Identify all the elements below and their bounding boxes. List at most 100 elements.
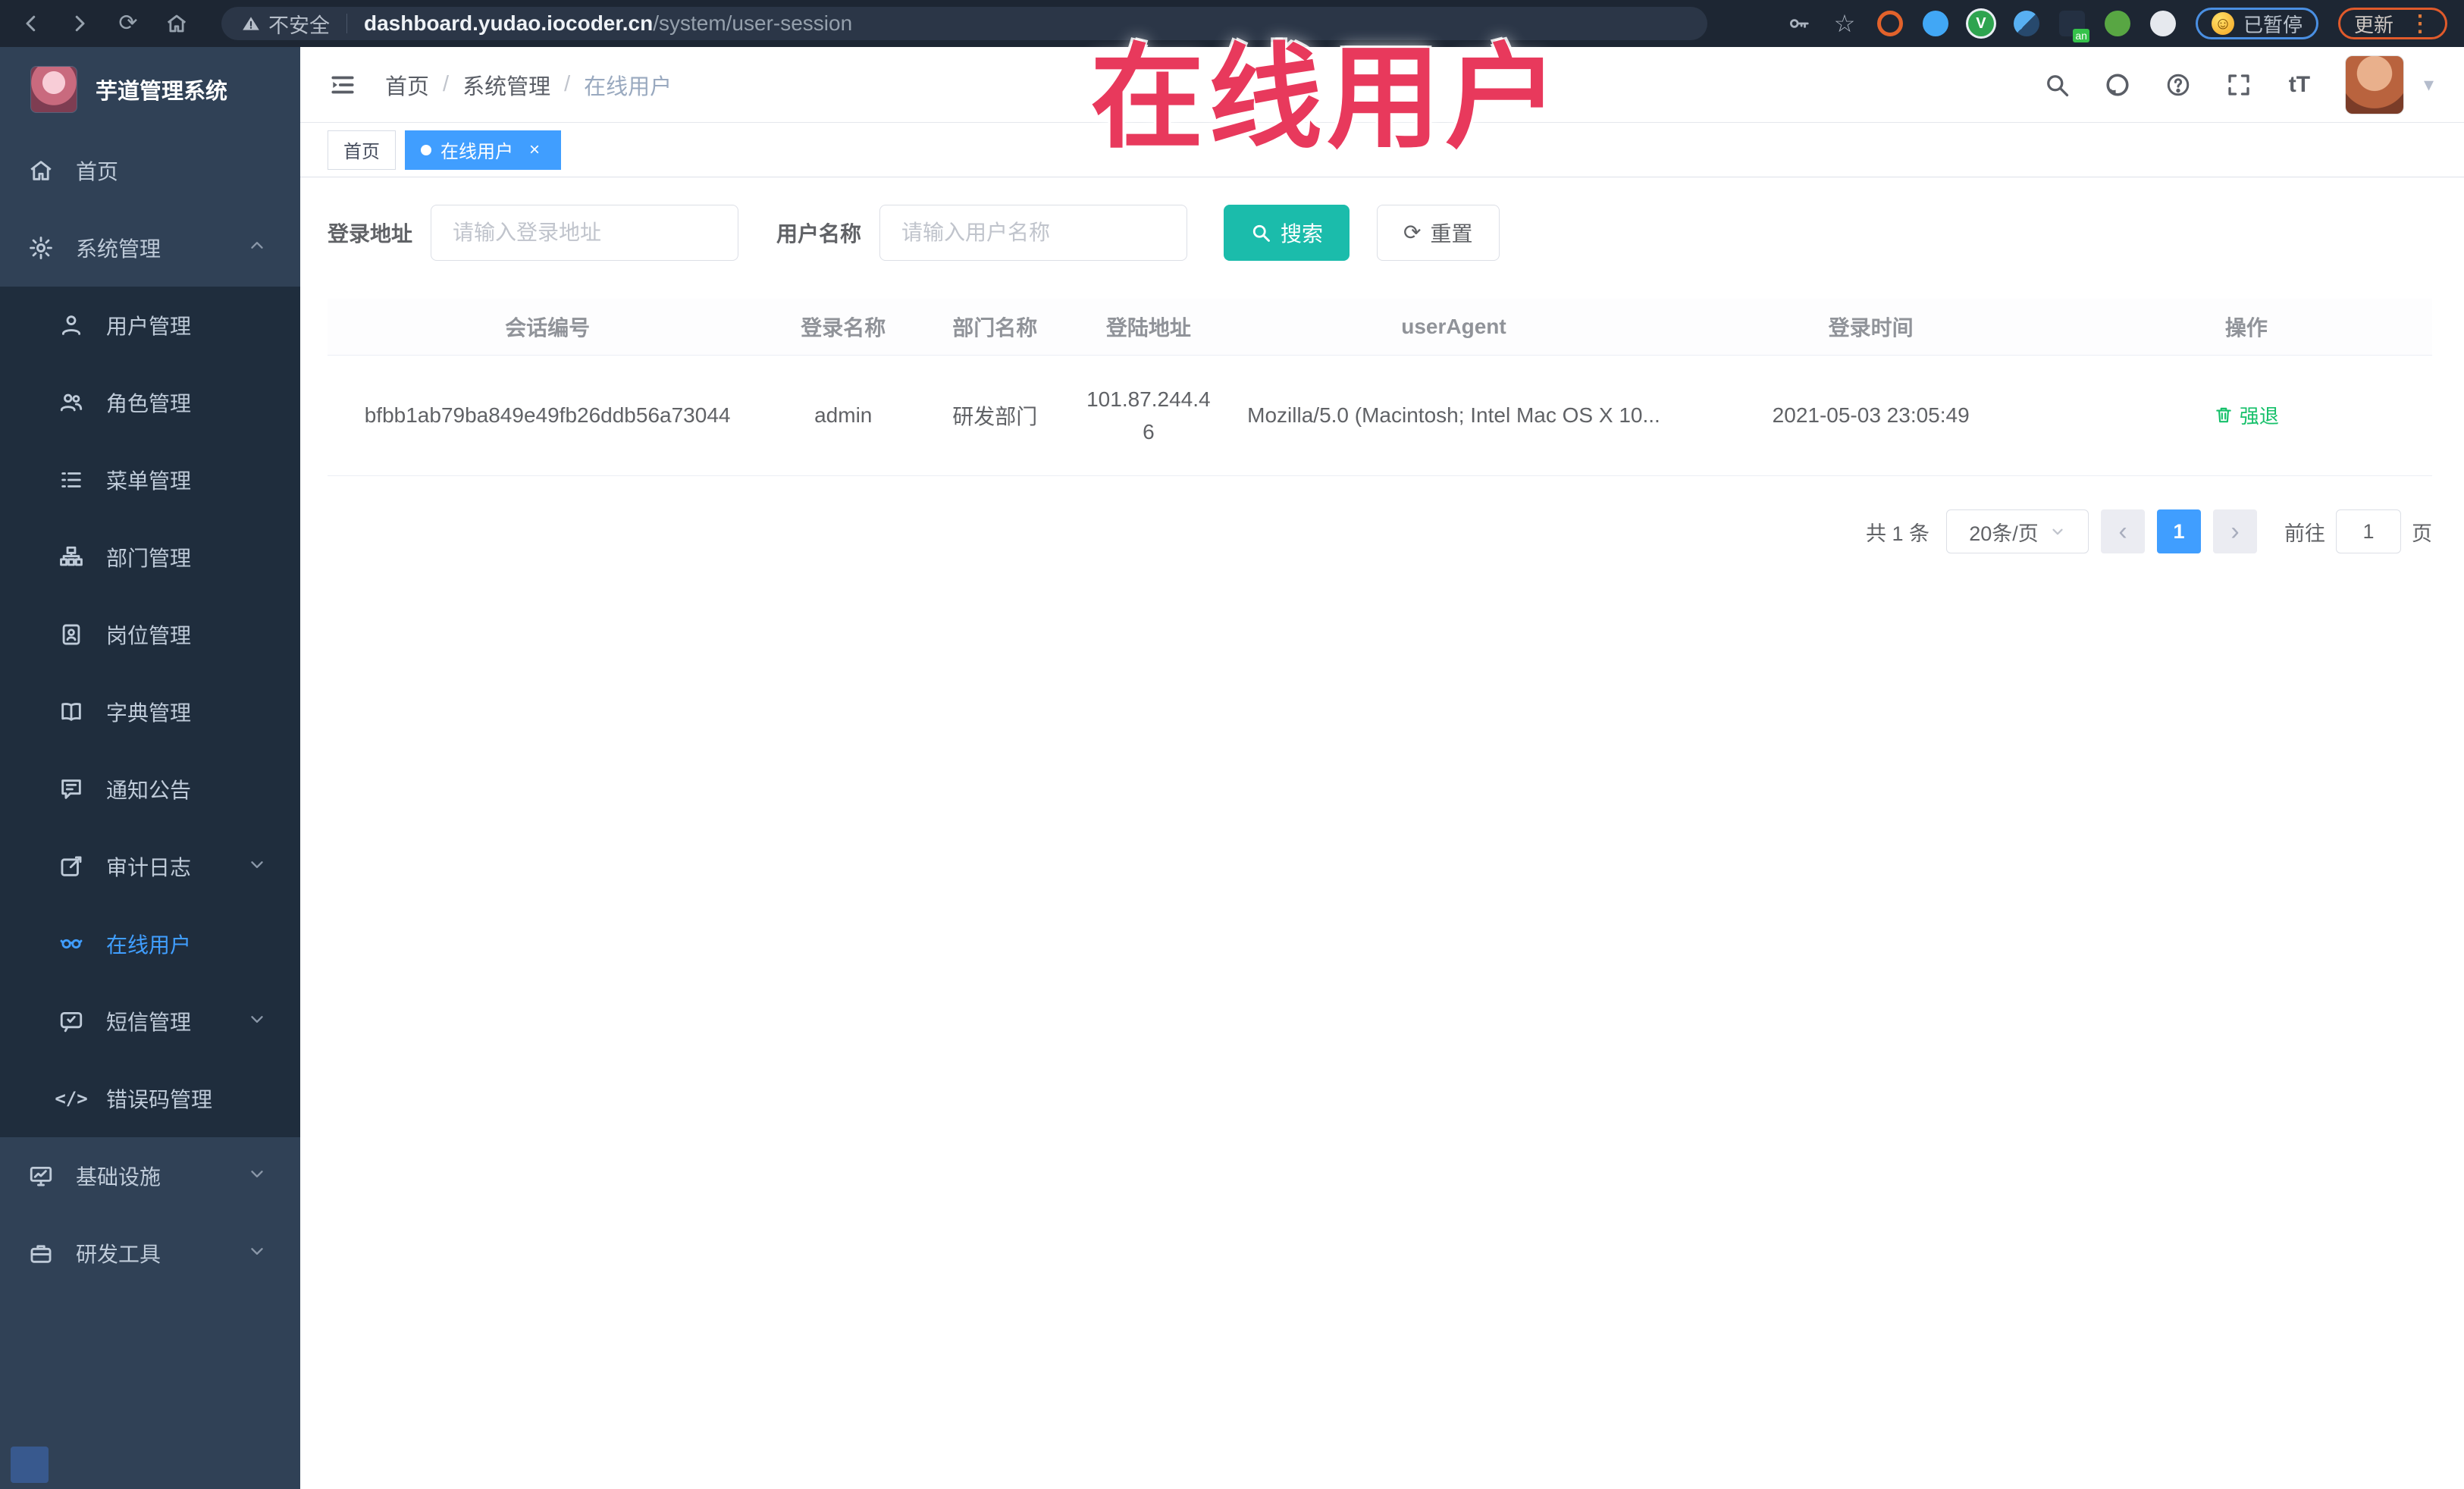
corner-blue-badge bbox=[11, 1447, 49, 1483]
sidebar-item-role-management[interactable]: 角色管理 bbox=[0, 364, 300, 441]
sidebar-item-menu-management[interactable]: 菜单管理 bbox=[0, 441, 300, 519]
breadcrumb-separator: / bbox=[443, 72, 450, 96]
breadcrumb-system[interactable]: 系统管理 bbox=[462, 69, 550, 101]
col-user-agent: userAgent bbox=[1226, 299, 1682, 356]
edit-log-icon bbox=[56, 851, 86, 882]
sidebar-item-label: 菜单管理 bbox=[106, 469, 192, 493]
chevron-down-icon bbox=[247, 1009, 267, 1034]
breadcrumb-separator: / bbox=[564, 72, 571, 96]
extension-icon-an-badge[interactable] bbox=[2058, 11, 2089, 42]
page-content: 登录地址 用户名称 搜索 ⟳ 重置 会话编号 bbox=[300, 177, 2464, 1489]
sidebar-item-user-management[interactable]: 用户管理 bbox=[0, 287, 300, 364]
app-title: 芋道管理系统 bbox=[96, 80, 228, 104]
caret-down-icon[interactable]: ▾ bbox=[2424, 73, 2434, 96]
extension-icon-blue-half[interactable] bbox=[2013, 11, 2039, 36]
extension-icon-orange[interactable] bbox=[1876, 11, 1903, 36]
reset-button[interactable]: ⟳ 重置 bbox=[1377, 205, 1500, 261]
paused-extension-badge[interactable]: ☺ 已暂停 bbox=[2195, 8, 2318, 39]
cell-actions: 强退 bbox=[2060, 355, 2432, 477]
sidebar: 芋道管理系统 首页 系统管理 用户管理 角色管理 菜单管理 部门管理 岗位管理 … bbox=[0, 47, 300, 1489]
username-input[interactable] bbox=[879, 205, 1188, 261]
tab-home[interactable]: 首页 bbox=[328, 130, 396, 170]
page-unit-label: 页 bbox=[2412, 522, 2432, 545]
sidebar-item-infrastructure[interactable]: 基础设施 bbox=[0, 1137, 300, 1215]
back-icon[interactable] bbox=[17, 9, 45, 38]
cell-session-id: bfbb1ab79ba849e49fb26ddb56a73044 bbox=[328, 355, 768, 477]
active-dot-icon bbox=[421, 144, 431, 155]
forward-icon[interactable] bbox=[65, 9, 94, 38]
help-icon[interactable] bbox=[2163, 70, 2193, 100]
font-size-icon[interactable]: tT bbox=[2284, 70, 2315, 100]
cell-user-agent: Mozilla/5.0 (Macintosh; Intel Mac OS X 1… bbox=[1226, 355, 1682, 477]
gear-icon bbox=[26, 233, 56, 263]
org-tree-icon bbox=[56, 542, 86, 572]
breadcrumb-home[interactable]: 首页 bbox=[385, 69, 429, 101]
sidebar-item-label: 通知公告 bbox=[106, 779, 192, 802]
col-login-time: 登录时间 bbox=[1681, 299, 2061, 356]
tab-online-users[interactable]: 在线用户 × bbox=[405, 130, 561, 170]
close-icon[interactable]: × bbox=[524, 139, 545, 161]
fullscreen-icon[interactable] bbox=[2224, 70, 2254, 100]
sidebar-item-audit-log[interactable]: 审计日志 bbox=[0, 828, 300, 905]
prev-page-button[interactable]: ‹ bbox=[2101, 509, 2145, 554]
sidebar-menu: 首页 系统管理 用户管理 角色管理 菜单管理 部门管理 岗位管理 字典管理 通知… bbox=[0, 132, 300, 1292]
sidebar-item-label: 审计日志 bbox=[106, 856, 192, 879]
login-address-input[interactable] bbox=[431, 205, 739, 261]
sidebar-item-label: 用户管理 bbox=[106, 315, 192, 338]
announcement-icon bbox=[56, 774, 86, 804]
online-users-icon bbox=[56, 929, 86, 959]
key-icon[interactable] bbox=[1786, 11, 1812, 36]
avatar[interactable] bbox=[2344, 55, 2404, 114]
search-icon[interactable] bbox=[2042, 70, 2072, 100]
sidebar-item-notice[interactable]: 通知公告 bbox=[0, 751, 300, 828]
sidebar-item-dict-management[interactable]: 字典管理 bbox=[0, 673, 300, 751]
sessions-table: 会话编号 登录名称 部门名称 登陆地址 userAgent 登录时间 操作 bf… bbox=[328, 299, 2432, 477]
dashboard-icon bbox=[26, 155, 56, 186]
url-divider bbox=[346, 14, 347, 33]
next-page-button[interactable]: › bbox=[2213, 509, 2257, 554]
sidebar-item-post-management[interactable]: 岗位管理 bbox=[0, 596, 300, 673]
reload-icon[interactable]: ⟳ bbox=[114, 9, 143, 38]
sidebar-item-system-management[interactable]: 系统管理 bbox=[0, 209, 300, 287]
page-size-select[interactable]: 20条/页 bbox=[1946, 509, 2089, 554]
chevron-down-icon bbox=[247, 1241, 267, 1266]
current-page[interactable]: 1 bbox=[2157, 509, 2201, 554]
reset-button-label: 重置 bbox=[1430, 222, 1473, 246]
force-logout-label: 强退 bbox=[2239, 404, 2279, 428]
total-count: 共 1 条 bbox=[1865, 522, 1930, 545]
table-row: bfbb1ab79ba849e49fb26ddb56a73044 admin 研… bbox=[328, 355, 2432, 477]
search-button[interactable]: 搜索 bbox=[1224, 205, 1350, 261]
sidebar-item-sms-management[interactable]: 短信管理 bbox=[0, 983, 300, 1060]
extension-icon-blue-drop[interactable] bbox=[1922, 11, 1948, 36]
code-icon: </> bbox=[55, 1088, 88, 1109]
force-logout-link[interactable]: 强退 bbox=[2214, 401, 2279, 429]
tab-label: 首页 bbox=[343, 142, 380, 162]
sidebar-item-label: 首页 bbox=[76, 160, 119, 183]
extension-icon-green[interactable] bbox=[2104, 11, 2130, 36]
sidebar-item-label: 岗位管理 bbox=[106, 624, 192, 647]
users-icon bbox=[56, 387, 86, 418]
extensions-puzzle-icon[interactable] bbox=[2149, 11, 2176, 36]
sidebar-item-dept-management[interactable]: 部门管理 bbox=[0, 519, 300, 596]
sidebar-item-home[interactable]: 首页 bbox=[0, 132, 300, 209]
sidebar-item-label: 角色管理 bbox=[106, 392, 192, 415]
pagination: 共 1 条 20条/页 ‹ 1 › 前往 页 bbox=[328, 509, 2432, 554]
update-button[interactable]: 更新 ⋮ bbox=[2337, 8, 2447, 39]
sidebar-item-error-code[interactable]: </> 错误码管理 bbox=[0, 1060, 300, 1137]
github-icon[interactable] bbox=[2102, 70, 2133, 100]
goto-page-input[interactable] bbox=[2336, 509, 2401, 554]
toolbox-icon bbox=[26, 1238, 56, 1268]
sidebar-logo[interactable]: 芋道管理系统 bbox=[0, 47, 300, 132]
sidebar-item-label: 基础设施 bbox=[76, 1165, 161, 1189]
home-nav-icon[interactable] bbox=[162, 9, 191, 38]
sidebar-item-label: 在线用户 bbox=[106, 933, 192, 957]
col-dept: 部门名称 bbox=[919, 299, 1071, 356]
list-icon bbox=[56, 465, 86, 495]
monitor-icon bbox=[26, 1161, 56, 1191]
sidebar-item-online-users[interactable]: 在线用户 bbox=[0, 905, 300, 983]
bookmark-star-icon[interactable]: ☆ bbox=[1832, 11, 1857, 36]
sidebar-item-dev-tools[interactable]: 研发工具 bbox=[0, 1215, 300, 1292]
hamburger-icon[interactable] bbox=[326, 68, 359, 102]
extension-icon-green-v[interactable]: V bbox=[1967, 11, 1994, 36]
chrome-menu-icon[interactable]: ⋮ bbox=[2409, 11, 2431, 37]
